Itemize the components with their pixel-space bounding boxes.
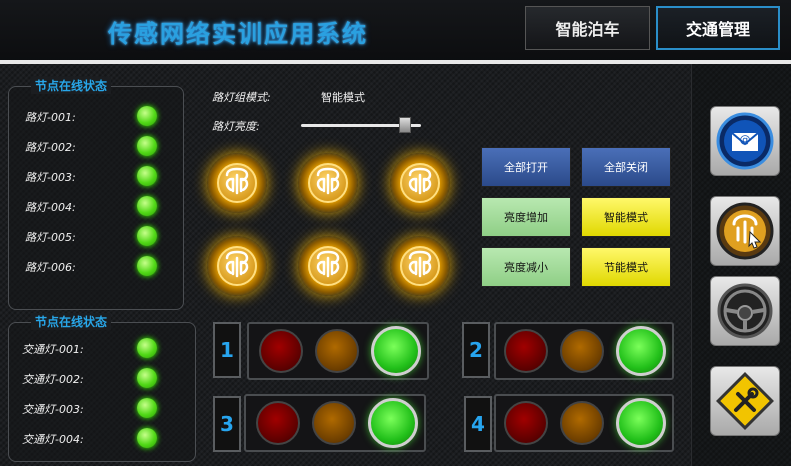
- tools-nav-button[interactable]: [710, 366, 780, 436]
- list-item: 路灯-003:: [9, 162, 183, 192]
- street-lamp-icon: [298, 153, 358, 213]
- street-lamp-icon: [298, 236, 358, 296]
- online-status-dot: [137, 136, 157, 156]
- lamp-mode-label: 路灯组模式:: [212, 91, 271, 104]
- lamp-bulb: [217, 163, 257, 203]
- lamp-bulb: [217, 246, 257, 286]
- list-item: 路灯-002:: [9, 132, 183, 162]
- amber-light: [560, 401, 604, 445]
- lamp-bulb: [308, 163, 348, 203]
- amber-light: [312, 401, 356, 445]
- online-status-dot: [137, 256, 157, 276]
- traffic-light-number: 3: [213, 396, 241, 452]
- brightness-up-button[interactable]: 亮度增加: [481, 197, 571, 237]
- online-status-dot: [137, 196, 157, 216]
- node-label: 路灯-005:: [25, 231, 76, 244]
- red-light: [259, 329, 303, 373]
- mail-nav-button[interactable]: @: [710, 106, 780, 176]
- node-label: 路灯-001:: [25, 111, 76, 124]
- lamp-mode-value: 智能模式: [321, 91, 365, 104]
- tab-smart-parking[interactable]: 智能泊车: [525, 6, 650, 50]
- red-light: [504, 329, 548, 373]
- eco-mode-button[interactable]: 节能模式: [581, 247, 671, 287]
- street-lamp-icon: [207, 236, 267, 296]
- online-status-dot: [137, 106, 157, 126]
- green-light: [368, 398, 418, 448]
- street-lamp-icon: [390, 153, 450, 213]
- all-off-button[interactable]: 全部关闭: [581, 147, 671, 187]
- street-lamp-icon: [207, 153, 267, 213]
- online-status-dot: [137, 368, 157, 388]
- svg-text:@: @: [740, 133, 751, 146]
- lamp-bulb: [400, 163, 440, 203]
- tab-traffic-management[interactable]: 交通管理: [656, 6, 780, 50]
- steering-wheel-icon: [717, 283, 773, 339]
- online-status-dot: [137, 226, 157, 246]
- lamp-bulb: [308, 246, 348, 286]
- green-light: [616, 326, 666, 376]
- list-item: 交通灯-002:: [9, 364, 195, 394]
- online-status-dot: [137, 398, 157, 418]
- node-label: 路灯-006:: [25, 261, 76, 274]
- traffic-light-3[interactable]: [244, 394, 426, 452]
- traffic-light-number: 1: [213, 322, 241, 378]
- list-item: 路灯-006:: [9, 252, 183, 282]
- traffic-light-number: 4: [464, 396, 492, 452]
- online-status-dot: [137, 428, 157, 448]
- node-label: 交通灯-001:: [22, 343, 84, 356]
- red-light: [256, 401, 300, 445]
- traffic-light-1[interactable]: [247, 322, 429, 380]
- traffic-light-status-panel: 节点在线状态 交通灯-001: 交通灯-002: 交通灯-003: 交通灯-00…: [8, 313, 196, 462]
- panel-title: 节点在线状态: [31, 77, 112, 94]
- all-on-button[interactable]: 全部打开: [481, 147, 571, 187]
- list-item: 路灯-005:: [9, 222, 183, 252]
- header-divider: [0, 60, 791, 64]
- smart-mode-button[interactable]: 智能模式: [581, 197, 671, 237]
- traffic-light-2[interactable]: [494, 322, 674, 380]
- street-lamp-icon: [390, 236, 450, 296]
- brightness-slider-handle[interactable]: [399, 117, 412, 133]
- lamp-bulb: [400, 246, 440, 286]
- list-item: 交通灯-003:: [9, 394, 195, 424]
- street-lamp-nav-button[interactable]: [710, 196, 780, 266]
- brightness-down-button[interactable]: 亮度减小: [481, 247, 571, 287]
- red-light: [504, 401, 548, 445]
- panel-title: 节点在线状态: [31, 313, 112, 330]
- tools-icon: [716, 372, 774, 430]
- street-light-status-panel: 节点在线状态 路灯-001: 路灯-002: 路灯-003: 路灯-004: 路…: [8, 77, 184, 310]
- node-label: 路灯-003:: [25, 171, 76, 184]
- node-label: 路灯-002:: [25, 141, 76, 154]
- amber-light: [315, 329, 359, 373]
- node-label: 交通灯-002:: [22, 373, 84, 386]
- node-label: 交通灯-004:: [22, 433, 84, 446]
- list-item: 交通灯-001:: [9, 334, 195, 364]
- node-label: 交通灯-003:: [22, 403, 84, 416]
- list-item: 交通灯-004:: [9, 424, 195, 454]
- traffic-light-number: 2: [462, 322, 490, 378]
- green-light: [616, 398, 666, 448]
- steering-wheel-nav-button[interactable]: [710, 276, 780, 346]
- list-item: 路灯-004:: [9, 192, 183, 222]
- street-lamp-icon: [716, 202, 774, 260]
- amber-light: [560, 329, 604, 373]
- green-light: [371, 326, 421, 376]
- lamp-brightness-label: 路灯亮度:: [212, 120, 260, 133]
- app-title: 传感网络实训应用系统: [108, 20, 368, 48]
- traffic-light-4[interactable]: [494, 394, 674, 452]
- list-item: 路灯-001:: [9, 102, 183, 132]
- mail-icon: @: [716, 112, 774, 170]
- online-status-dot: [137, 166, 157, 186]
- node-label: 路灯-004:: [25, 201, 76, 214]
- online-status-dot: [137, 338, 157, 358]
